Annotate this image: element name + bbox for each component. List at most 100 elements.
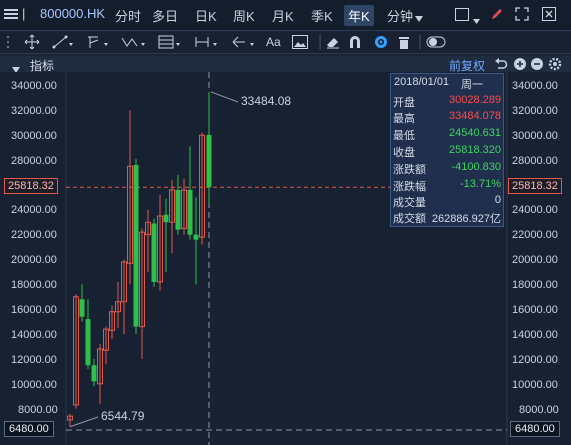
- y-tick-label: 24000.00: [11, 204, 57, 216]
- candle-body: [133, 165, 139, 327]
- window-icon[interactable]: [455, 8, 469, 24]
- channel-tool-icon[interactable]: [86, 34, 110, 50]
- info-value: 24540.631: [449, 127, 501, 139]
- y-tick-label: 22000.00: [11, 229, 57, 241]
- info-label: 收盘: [393, 147, 415, 159]
- y-tick-label: 10000.00: [11, 379, 57, 391]
- info-label: 最低: [393, 130, 415, 142]
- info-value: 25818.320: [449, 144, 501, 156]
- expand-icon[interactable]: [515, 7, 529, 24]
- tab-period-6[interactable]: 年K: [344, 5, 374, 26]
- chevron-down-icon[interactable]: [473, 12, 480, 27]
- tab-period-4[interactable]: 月K: [272, 6, 294, 25]
- high-marker-leader: [210, 91, 239, 103]
- eraser-icon[interactable]: [326, 34, 340, 50]
- y-tick-label: 14000.00: [11, 329, 57, 341]
- y-tick-label: 14000.00: [512, 329, 558, 341]
- info-date: 2018/01/01: [394, 76, 450, 88]
- toolbar-separator: |: [318, 33, 323, 50]
- candle-body: [193, 234, 199, 240]
- close-icon[interactable]: [542, 7, 556, 24]
- tab-period-7[interactable]: 分钟: [387, 6, 413, 25]
- y-tick-label: 8000.00: [519, 404, 559, 416]
- y-tick-label: 16000.00: [11, 304, 57, 316]
- indicator-bar: 指标 前复权: [0, 56, 571, 73]
- y-tick-label: 24000.00: [512, 204, 558, 216]
- info-row-turnover: 成交额 262886.927亿: [391, 209, 503, 225]
- y-tick-label: 32000.00: [11, 105, 57, 117]
- info-value: 33484.078: [449, 110, 501, 122]
- low-marker-label: 6544.79: [101, 409, 145, 423]
- y-tick-label: 16000.00: [512, 304, 558, 316]
- toolbar-separator: |: [418, 33, 423, 50]
- chevron-down-icon[interactable]: [415, 10, 423, 25]
- ohlc-info-panel: 2018/01/01 周一 开盘 30028.289 最高 33484.078 …: [390, 73, 504, 227]
- tab-period-5[interactable]: 季K: [311, 6, 333, 25]
- y-tick-label: 32000.00: [512, 105, 558, 117]
- info-label: 成交量: [393, 197, 426, 209]
- info-weekday: 周一: [461, 79, 483, 91]
- candle-body: [187, 189, 193, 235]
- tab-period-2[interactable]: 日K: [195, 6, 217, 25]
- info-label: 成交额: [393, 213, 426, 225]
- symbol-label[interactable]: 800000.HK: [40, 6, 105, 21]
- info-row-change-pct: 涨跌幅 -13.71%: [391, 177, 503, 193]
- crosshair-price-left: 6480.00: [4, 421, 54, 437]
- info-value: -4100.830: [451, 161, 501, 173]
- drawing-toolbar: Aa | |: [0, 31, 571, 54]
- y-tick-label: 8000.00: [18, 404, 58, 416]
- candle-body: [79, 299, 85, 317]
- fibonacci-tool-icon[interactable]: [158, 34, 182, 50]
- info-row-close: 收盘 25818.320: [391, 143, 503, 159]
- y-tick-label: 18000.00: [512, 279, 558, 291]
- top-bar: | 800000.HK 分时 多日 日K 周K 月K 季K 年K 分钟: [0, 0, 571, 31]
- symbol-separator: |: [22, 6, 26, 21]
- y-tick-label: 20000.00: [11, 254, 57, 266]
- info-label: 涨跌额: [393, 164, 426, 176]
- info-value: 262886.927亿: [431, 213, 501, 225]
- candle-body: [206, 134, 212, 188]
- pencil-icon[interactable]: [490, 7, 504, 24]
- info-label: 涨跌幅: [393, 181, 426, 193]
- y-tick-label: 12000.00: [11, 354, 57, 366]
- current-price-label-left: 25818.32: [4, 178, 58, 194]
- info-value: -13.71%: [460, 178, 501, 190]
- y-tick-label: 34000.00: [512, 80, 558, 92]
- y-tick-label: 18000.00: [11, 279, 57, 291]
- trash-icon[interactable]: [398, 34, 410, 50]
- info-row-change: 涨跌额 -4100.830: [391, 160, 503, 176]
- toggle-icon[interactable]: [426, 34, 446, 50]
- low-marker-leader: [69, 416, 99, 428]
- high-marker-label: 33484.08: [241, 94, 292, 108]
- y-tick-label: 12000.00: [512, 354, 558, 366]
- arrow-tool-icon[interactable]: [231, 34, 257, 50]
- tab-period-1[interactable]: 多日: [152, 6, 178, 25]
- info-row-low: 最低 24540.631: [391, 126, 503, 142]
- wave-tool-icon[interactable]: [121, 34, 147, 50]
- y-tick-label: 30000.00: [11, 130, 57, 142]
- info-value: 30028.289: [449, 94, 501, 106]
- y-tick-label: 20000.00: [512, 254, 558, 266]
- y-tick-label: 22000.00: [512, 229, 558, 241]
- info-row-open: 开盘 30028.289: [391, 93, 503, 109]
- y-tick-label: 30000.00: [512, 130, 558, 142]
- magnet-icon[interactable]: [348, 34, 362, 50]
- menu-icon[interactable]: [4, 8, 18, 23]
- current-price-label-right: 25818.32: [508, 178, 562, 194]
- line-tool-icon[interactable]: [52, 34, 74, 50]
- text-tool-icon[interactable]: Aa: [266, 34, 281, 50]
- measure-tool-icon[interactable]: [194, 34, 220, 50]
- candle-body: [151, 223, 157, 282]
- tab-period-3[interactable]: 周K: [233, 6, 255, 25]
- y-tick-label: 28000.00: [11, 155, 57, 167]
- eye-icon[interactable]: [373, 34, 389, 50]
- crosshair-move-icon[interactable]: [24, 34, 40, 50]
- y-tick-label: 28000.00: [512, 155, 558, 167]
- candle-body: [85, 319, 91, 366]
- info-row-high: 最高 33484.078: [391, 109, 503, 125]
- picture-tool-icon[interactable]: [292, 34, 308, 50]
- tab-period-0[interactable]: 分时: [115, 6, 141, 25]
- crosshair-price-right: 6480.00: [510, 421, 560, 437]
- candle-body: [91, 365, 97, 382]
- drag-handle-icon[interactable]: [6, 34, 10, 50]
